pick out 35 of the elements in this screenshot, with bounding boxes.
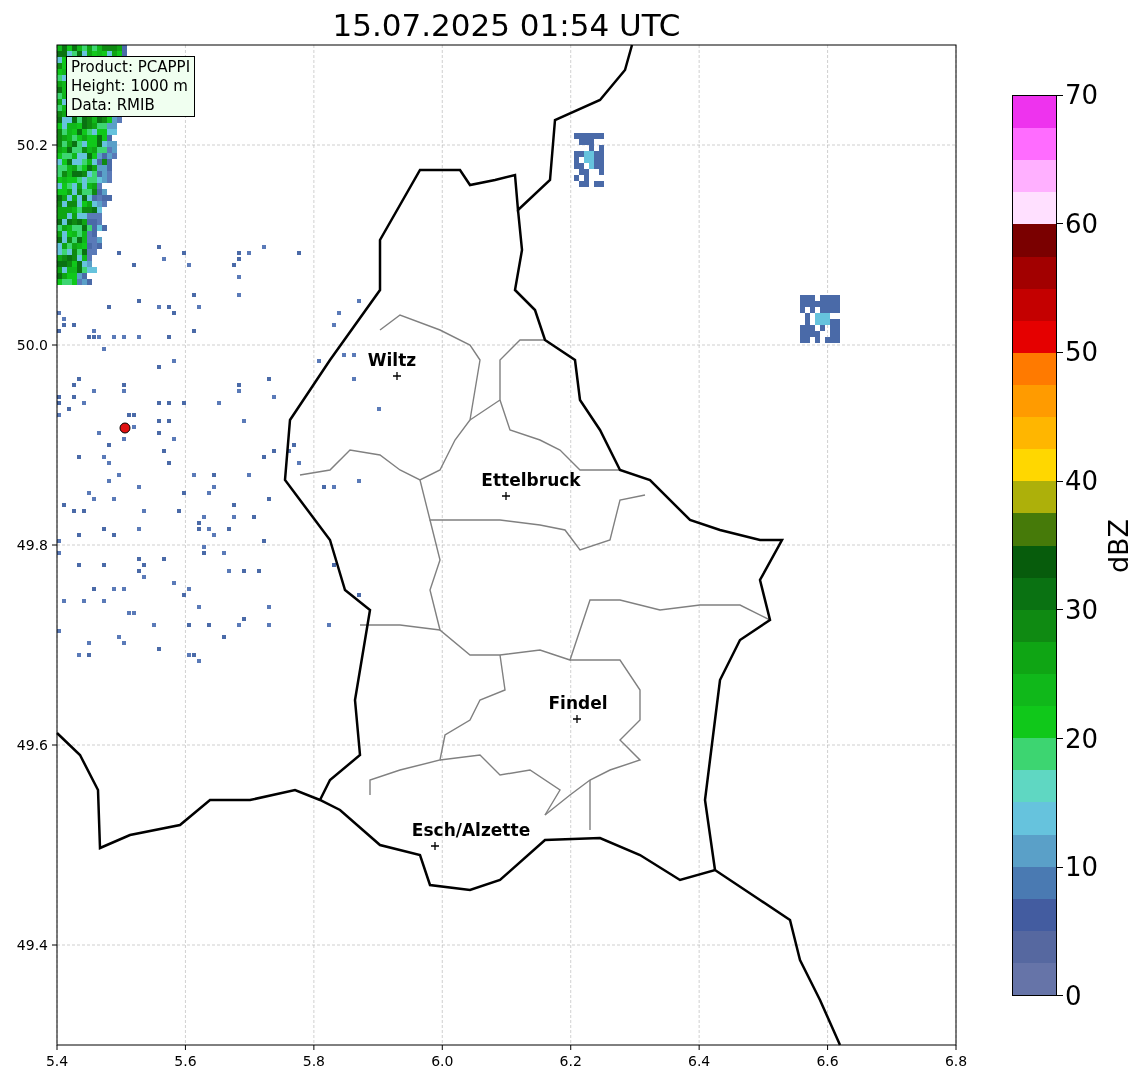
- city-marker-icon: [572, 714, 582, 724]
- x-tick-label: 5.4: [45, 1053, 69, 1069]
- colorbar-tick-label: 60: [1065, 208, 1099, 239]
- colorbar-tick-label: 0: [1065, 980, 1082, 1011]
- y-tick-label: 49.6: [16, 737, 48, 753]
- city-label: Findel: [548, 693, 608, 713]
- colorbar-tick-label: 10: [1065, 852, 1099, 883]
- colorbar-tick-label: 40: [1065, 466, 1099, 497]
- colorbar-tick-label: 70: [1065, 80, 1099, 110]
- colorbar-tick-label: 20: [1065, 723, 1099, 754]
- x-tick-label: 6.8: [944, 1053, 968, 1069]
- city-marker-icon: [430, 841, 440, 851]
- x-tick-label: 6.6: [816, 1053, 839, 1069]
- city-label: Wiltz: [367, 350, 417, 370]
- y-tick-label: 50.2: [16, 137, 48, 153]
- x-tick-label: 6.0: [431, 1053, 454, 1069]
- radar-site-marker: [119, 422, 131, 434]
- y-tick-label: 49.8: [16, 537, 48, 553]
- city-label: Ettelbruck: [481, 470, 581, 490]
- city-label: Esch/Alzette: [411, 820, 531, 840]
- info-line: Height: 1000 m: [71, 77, 189, 96]
- y-tick-label: 49.4: [16, 937, 48, 953]
- colorbar-tick-label: 50: [1065, 337, 1099, 368]
- x-tick-label: 6.4: [688, 1053, 711, 1069]
- info-line: Product: PCAPPI: [71, 58, 191, 77]
- chart-title: 15.07.2025 01:54 UTC: [332, 6, 681, 45]
- city-marker-icon: [501, 491, 511, 501]
- colorbar-tick-label: 30: [1065, 594, 1099, 625]
- city-marker-icon: [392, 371, 402, 381]
- info-line: Data: RMIB: [71, 96, 156, 115]
- colorbar-label: dBZ: [1104, 518, 1135, 573]
- x-tick-label: 5.6: [174, 1053, 197, 1069]
- y-tick-label: 50.0: [16, 337, 48, 353]
- x-tick-label: 5.8: [302, 1053, 325, 1069]
- x-tick-label: 6.2: [559, 1053, 582, 1069]
